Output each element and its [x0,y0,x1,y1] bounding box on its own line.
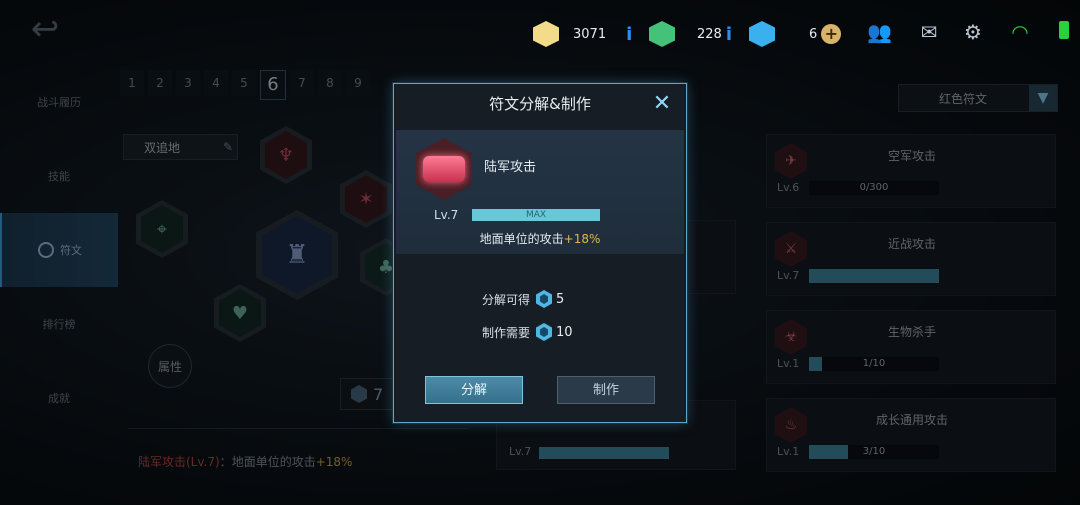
gold-gem-icon [533,21,559,47]
decompose-row: 分解可得 5 [482,290,564,308]
rune-level: Lv.7 [434,208,459,222]
jade-gem-icon [649,21,675,47]
gold-count: 3071 [573,26,607,42]
modal-title: 符文分解&制作 [489,95,591,113]
craft-value: 10 [556,324,573,340]
decompose-label: 分解可得 [482,292,531,307]
rune-effect: 地面单位的攻击+18% [396,230,684,247]
mail-icon[interactable]: ✉ [917,20,941,44]
rune-level-bar-text: MAX [525,210,547,220]
rune-core [423,156,465,182]
rune-name: 陆军攻击 [484,160,537,175]
craft-button[interactable]: 制作 [557,376,655,404]
friends-icon[interactable]: 👥 [867,20,892,44]
jade-resource: 228 i [649,18,732,50]
rune-craft-modal: 符文分解&制作 ✕ 陆军攻击 Lv.7 MAX 地面单位的攻击+18% 分解可得… [393,83,687,423]
rune-info-panel: 陆军攻击 Lv.7 MAX 地面单位的攻击+18% [396,130,684,254]
info-icon[interactable]: i [626,24,632,45]
rune-dust-icon [536,290,553,308]
gem-count: 6 [809,26,818,42]
gold-resource: 3071 i [533,18,632,50]
rune-tank-icon [416,138,472,200]
blue-gem-icon [749,21,775,47]
decompose-button[interactable]: 分解 [425,376,523,404]
close-icon[interactable]: ✕ [650,92,674,116]
settings-gear-icon[interactable]: ⚙ [961,20,985,44]
rune-level-bar: MAX [472,209,600,221]
rune-effect-text: 地面单位的攻击 [479,232,564,246]
rune-dust-icon [536,323,553,341]
gem-resource: 6 + [749,18,842,50]
wifi-icon: ◠ [1011,20,1029,44]
jade-count: 228 [697,26,722,42]
add-gem-icon[interactable]: + [821,24,842,44]
decompose-value: 5 [556,291,565,307]
craft-label: 制作需要 [482,325,531,340]
craft-row: 制作需要 10 [482,323,573,341]
battery-icon [1052,20,1076,44]
info-icon[interactable]: i [726,24,732,45]
rune-effect-bonus: +18% [563,232,601,246]
